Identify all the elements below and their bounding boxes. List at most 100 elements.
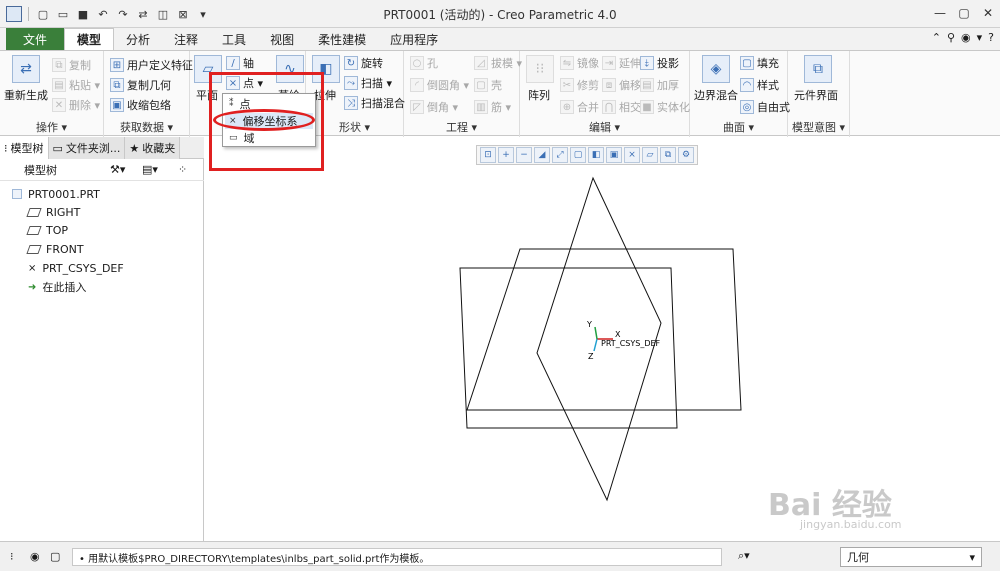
tab-folder-browser[interactable]: ▭ 文件夹浏... <box>48 137 126 159</box>
selection-filter[interactable]: 几何 ▾ <box>840 547 982 567</box>
shrinkwrap-button[interactable]: ▣ 收缩包络 <box>110 97 171 113</box>
pattern-button[interactable]: 阵列 <box>528 87 550 103</box>
save-icon[interactable]: ■ <box>75 6 91 22</box>
close-icon[interactable]: ✕ <box>978 4 998 22</box>
datum-plane-top[interactable] <box>466 248 742 411</box>
tab-annotate[interactable]: 注释 <box>162 28 210 50</box>
close-window-icon[interactable]: ⊠ <box>175 6 191 22</box>
thicken-button[interactable]: ▤ 加厚 <box>640 77 679 93</box>
datum-plane-front[interactable] <box>459 267 678 429</box>
regenerate-button[interactable]: 重新生成 <box>4 87 48 103</box>
undo-icon[interactable]: ↶ <box>95 6 111 22</box>
sweep-button[interactable]: ⤳ 扫描 ▾ <box>344 75 392 91</box>
boundary-blend-icon[interactable]: ◈ <box>702 55 730 83</box>
delete-button[interactable]: ✕ 删除 ▾ <box>52 97 100 113</box>
tree-item-insert-here[interactable]: ➜ 在此插入 <box>28 278 86 296</box>
info-icon[interactable]: ? <box>988 31 994 44</box>
chamfer-button[interactable]: ◸ 倒角 ▾ <box>410 99 458 115</box>
round-button[interactable]: ◜ 倒圆角 ▾ <box>410 77 469 93</box>
component-interface-button[interactable]: 元件界面 <box>794 87 838 103</box>
zoom-in-icon[interactable]: + <box>498 147 514 163</box>
revolve-button[interactable]: ↻ 旋转 <box>344 55 383 71</box>
copy-button[interactable]: ⧉ 复制 <box>52 57 91 73</box>
zoom-out-icon[interactable]: − <box>516 147 532 163</box>
group-label-editing[interactable]: 编辑 ▾ <box>520 119 689 135</box>
project-button[interactable]: ⤈ 投影 <box>640 55 679 71</box>
plane-display-icon[interactable]: ▱ <box>642 147 658 163</box>
help-icon[interactable]: ◉ <box>961 31 971 44</box>
datum-display-icon[interactable]: ⨯ <box>624 147 640 163</box>
intersect-button[interactable]: ⋂ 相交 <box>602 99 641 115</box>
tab-view[interactable]: 视图 <box>258 28 306 50</box>
merge-button[interactable]: ⊕ 合并 <box>560 99 599 115</box>
perspective-icon[interactable]: ▣ <box>606 147 622 163</box>
refit-icon[interactable]: ⊡ <box>480 147 496 163</box>
tab-tools[interactable]: 工具 <box>210 28 258 50</box>
boundary-blend-button[interactable]: 边界混合 <box>694 87 738 103</box>
group-label-operations[interactable]: 操作 ▾ <box>0 119 103 135</box>
search-icon[interactable]: ⚲ <box>947 31 955 44</box>
extend-icon: ⇥ <box>602 56 616 70</box>
tab-analysis[interactable]: 分析 <box>114 28 162 50</box>
tab-file[interactable]: 文件 <box>6 28 64 50</box>
group-label-model-intent[interactable]: 模型意图 ▾ <box>788 119 849 135</box>
solidify-button[interactable]: ■ 实体化 <box>640 99 690 115</box>
regenerate-icon[interactable]: ⇄ <box>135 6 151 22</box>
swept-blend-button[interactable]: ⤨ 扫描混合 <box>344 95 405 111</box>
pattern-icon[interactable]: ⁝⁝ <box>526 55 554 83</box>
regenerate-icon[interactable]: ⇄ <box>12 55 40 83</box>
tab-favorites[interactable]: ★ 收藏夹 <box>125 137 181 159</box>
hole-button[interactable]: ○ 孔 <box>410 55 438 71</box>
display-style-icon[interactable]: ◧ <box>588 147 604 163</box>
fullscreen-icon[interactable]: ▢ <box>50 550 60 563</box>
minimize-icon[interactable]: — <box>930 4 950 22</box>
saved-views-icon[interactable]: ▢ <box>570 147 586 163</box>
copy-geometry-button[interactable]: ⧉ 复制几何 <box>110 77 171 93</box>
tree-filter-icon[interactable]: ▤▾ <box>142 163 158 176</box>
group-label-get-data[interactable]: 获取数据 ▾ <box>104 119 189 135</box>
group-label-surfaces[interactable]: 曲面 ▾ <box>690 119 787 135</box>
paste-button[interactable]: ▤ 粘贴 ▾ <box>52 77 100 93</box>
tree-item-part[interactable]: PRT0001.PRT <box>12 185 100 203</box>
navigator-toggle-icon[interactable]: ⁝ <box>10 550 14 563</box>
window-icon[interactable]: ◫ <box>155 6 171 22</box>
app-icon[interactable] <box>6 6 22 22</box>
annotation-display-icon[interactable]: ⚙ <box>678 147 694 163</box>
style-button[interactable]: ◠ 样式 <box>740 77 779 93</box>
tree-item-top[interactable]: TOP <box>26 221 68 239</box>
view-manager-icon[interactable]: ⧉ <box>660 147 676 163</box>
tab-flexible-modeling[interactable]: 柔性建模 <box>306 28 378 50</box>
shell-button[interactable]: ▢ 壳 <box>474 77 502 93</box>
customize-icon[interactable]: ▾ <box>195 6 211 22</box>
tab-model-tree[interactable]: ⁝ 模型树 <box>0 137 49 159</box>
redo-icon[interactable]: ↷ <box>115 6 131 22</box>
mirror-button[interactable]: ⇋ 镜像 <box>560 55 599 71</box>
extend-button[interactable]: ⇥ 延伸 <box>602 55 641 71</box>
group-label-engineering[interactable]: 工程 ▾ <box>404 119 519 135</box>
fill-button[interactable]: ▢ 填充 <box>740 55 779 71</box>
browser-toggle-icon[interactable]: ◉ <box>30 550 40 563</box>
draft-button[interactable]: ◿ 拔模 ▾ <box>474 55 522 71</box>
repaint-icon[interactable]: ◢ <box>534 147 550 163</box>
offset-button[interactable]: ⧈ 偏移 <box>602 77 641 93</box>
component-interface-icon[interactable]: ⧉ <box>804 55 832 83</box>
udf-button[interactable]: ⊞ 用户定义特征 <box>110 57 193 73</box>
tree-item-right[interactable]: RIGHT <box>26 203 80 221</box>
tree-item-csys[interactable]: ⨯ PRT_CSYS_DEF <box>28 259 124 277</box>
freestyle-button[interactable]: ◎ 自由式 <box>740 99 790 115</box>
help-dropdown-icon[interactable]: ▾ <box>977 31 983 44</box>
collapse-icon[interactable]: ⌃ <box>932 31 941 44</box>
rib-button[interactable]: ▥ 筋 ▾ <box>474 99 511 115</box>
find-icon[interactable]: ⌕▾ <box>738 549 750 563</box>
maximize-icon[interactable]: ▢ <box>954 4 974 22</box>
tree-item-front[interactable]: FRONT <box>26 240 84 258</box>
tab-model[interactable]: 模型 <box>64 28 115 50</box>
trim-button[interactable]: ✂ 修剪 <box>560 77 599 93</box>
open-folder-icon[interactable]: ▭ <box>55 6 71 22</box>
reorient-icon[interactable]: ⤢ <box>552 147 568 163</box>
tab-applications[interactable]: 应用程序 <box>378 28 450 50</box>
axis-button[interactable]: / 轴 <box>226 55 254 71</box>
tree-settings-icon[interactable]: ⚒▾ <box>110 163 125 176</box>
tree-columns-icon[interactable]: ⁘ <box>178 163 187 176</box>
new-file-icon[interactable]: ▢ <box>35 6 51 22</box>
